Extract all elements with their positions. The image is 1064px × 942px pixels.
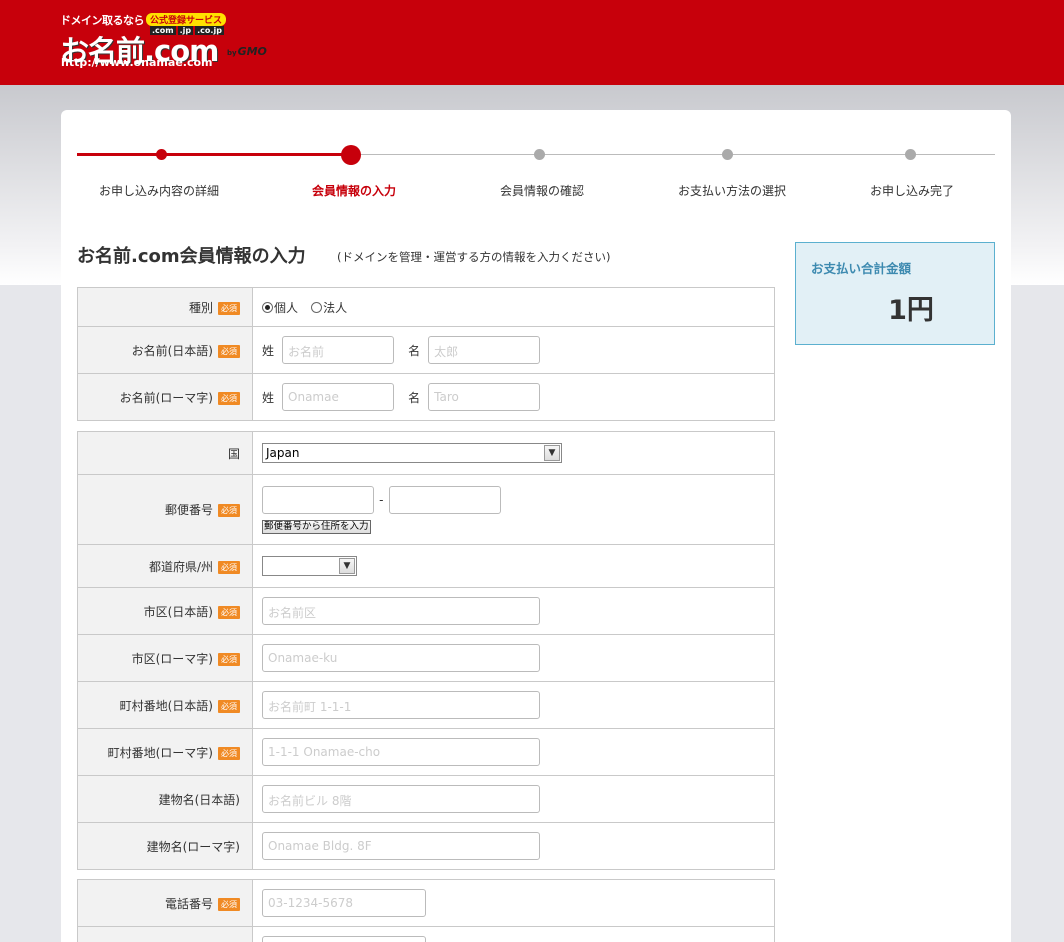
form-row-building-ja: 建物名(日本語) お名前ビル 8階 (77, 775, 775, 823)
required-badge: 必須 (218, 652, 240, 666)
first-name-ja-input[interactable]: 太郎 (428, 336, 541, 364)
progress-stepper: お申し込み内容の詳細 会員情報の入力 会員情報の確認 お支払い方法の選択 お申し… (77, 145, 995, 205)
onamae-logo[interactable]: ドメイン取るなら 公式登録サービス .com .jp .co.jp お名前.com … (60, 12, 285, 72)
form-row-postal: 郵便番号 必須 - 郵便番号から住所を入力 (77, 474, 775, 545)
payment-summary: お支払い合計金額 1円 (795, 242, 995, 345)
form-row-city-ja: 市区(日本語) 必須 お名前区 (77, 587, 775, 635)
building-roma-input[interactable]: Onamae Bldg. 8F (262, 832, 540, 860)
required-badge: 必須 (218, 301, 240, 315)
city-ja-input[interactable]: お名前区 (262, 597, 540, 625)
last-name-prefix: 姓 (262, 390, 275, 405)
street-roma-label: 町村番地(ローマ字) (107, 745, 213, 760)
postal-code-second-input[interactable] (388, 486, 501, 514)
street-roma-input[interactable]: 1-1-1 Onamae-cho (262, 738, 540, 766)
step-3-dot (534, 149, 545, 160)
city-ja-label: 市区(日本語) (143, 604, 213, 619)
country-select[interactable]: Japan ▼ (262, 443, 562, 463)
type-label: 種別 (188, 300, 213, 315)
street-ja-input[interactable]: お名前町 1-1-1 (262, 691, 540, 719)
step-4-label: お支払い方法の選択 (677, 184, 787, 198)
required-badge: 必須 (218, 699, 240, 713)
summary-amount: 1円 (888, 295, 934, 326)
site-header: ドメイン取るなら 公式登録サービス .com .jp .co.jp お名前.com … (0, 0, 1064, 85)
name-section: 種別 必須 個人 法人 お名前(日本語) 必須 姓お名前 名太郎 お名前(ローマ字)… (77, 287, 775, 421)
first-name-prefix: 名 (408, 390, 421, 405)
form-row-street-ja: 町村番地(日本語) 必須 お名前町 1-1-1 (77, 681, 775, 729)
logo-tagline: ドメイン取るなら (60, 14, 145, 27)
city-roma-label: 市区(ローマ字) (131, 651, 213, 666)
step-3-label: 会員情報の確認 (499, 184, 585, 198)
form-row-next (77, 926, 775, 942)
postal-lookup-button[interactable]: 郵便番号から住所を入力 (262, 520, 371, 534)
last-name-ja-input[interactable]: お名前 (282, 336, 395, 364)
radio-corporation[interactable] (311, 301, 323, 313)
country-label: 国 (227, 446, 240, 461)
form-row-name-ja: お名前(日本語) 必須 姓お名前 名太郎 (77, 326, 775, 374)
form-row-phone: 電話番号 必須 03-1234-5678 (77, 879, 775, 927)
page-subtitle: (ドメインを管理・運営する方の情報を入力ください) (337, 250, 611, 264)
form-row-street-roma: 町村番地(ローマ字) 必須 1-1-1 Onamae-cho (77, 728, 775, 776)
required-badge: 必須 (218, 746, 240, 760)
radio-corporation-label[interactable]: 法人 (323, 301, 347, 315)
main-panel: お申し込み内容の詳細 会員情報の入力 会員情報の確認 お支払い方法の選択 お申し… (61, 110, 1011, 942)
step-2-dot (341, 145, 361, 165)
step-4-dot (722, 149, 733, 160)
building-ja-label: 建物名(日本語) (158, 792, 240, 807)
country-value: Japan (266, 446, 300, 460)
logo-badge: 公式登録サービス (146, 13, 227, 26)
next-field-input[interactable] (262, 936, 426, 942)
form-row-type: 種別 必須 個人 法人 (77, 287, 775, 327)
chevron-down-icon: ▼ (339, 558, 355, 574)
phone-label: 電話番号 (164, 896, 213, 911)
first-name-roma-input[interactable]: Taro (428, 383, 541, 411)
step-5-label: お申し込み完了 (869, 184, 955, 198)
postal-code-first-input[interactable] (262, 486, 374, 514)
step-2-label: 会員情報の入力 (311, 184, 397, 198)
first-name-prefix: 名 (408, 343, 421, 358)
radio-individual[interactable] (262, 301, 273, 313)
last-name-roma-input[interactable]: Onamae (282, 383, 395, 411)
form-row-country: 国 Japan ▼ (77, 431, 775, 475)
logo-url: http://www.onamae.com (61, 56, 213, 69)
postal-separator: - (379, 493, 384, 507)
address-section: 国 Japan ▼ 郵便番号 必須 - 郵便番号から住所を入力 都道府県/州 必須 ▼ (77, 431, 775, 870)
required-badge: 必須 (218, 391, 240, 405)
gmo-logo: byGMO (227, 45, 267, 58)
required-badge: 必須 (218, 560, 240, 574)
required-badge: 必須 (218, 897, 240, 911)
phone-input[interactable]: 03-1234-5678 (262, 889, 426, 917)
required-badge: 必須 (218, 344, 240, 358)
form-row-name-roma: お名前(ローマ字) 必須 姓 Onamae 名 Taro (77, 373, 775, 421)
contact-section: 電話番号 必須 03-1234-5678 (77, 879, 775, 942)
step-5-dot (905, 149, 916, 160)
last-name-prefix: 姓 (262, 343, 275, 358)
building-roma-label: 建物名(ローマ字) (146, 839, 240, 854)
prefecture-label: 都道府県/州 (148, 559, 213, 574)
summary-label: お支払い合計金額 (811, 261, 912, 276)
required-badge: 必須 (218, 504, 240, 517)
stepper-progress (77, 153, 351, 156)
step-1-label: お申し込み内容の詳細 (98, 184, 220, 198)
form-row-prefecture: 都道府県/州 必須 ▼ (77, 544, 775, 588)
city-roma-input[interactable]: Onamae-ku (262, 644, 540, 672)
form-row-city-roma: 市区(ローマ字) 必須 Onamae-ku (77, 634, 775, 682)
name-ja-label: お名前(日本語) (131, 343, 213, 358)
step-1-dot (156, 149, 167, 160)
chevron-down-icon: ▼ (544, 445, 560, 461)
street-ja-label: 町村番地(日本語) (119, 698, 213, 713)
prefecture-select[interactable]: ▼ (262, 556, 357, 576)
name-roma-label: お名前(ローマ字) (119, 390, 213, 405)
required-badge: 必須 (218, 605, 240, 619)
postal-label: 郵便番号 (164, 503, 213, 517)
building-ja-input[interactable]: お名前ビル 8階 (262, 785, 540, 813)
page-title: お名前.com会員情報の入力 (77, 246, 306, 267)
form-row-building-roma: 建物名(ローマ字) Onamae Bldg. 8F (77, 822, 775, 870)
radio-individual-label[interactable]: 個人 (274, 301, 298, 315)
